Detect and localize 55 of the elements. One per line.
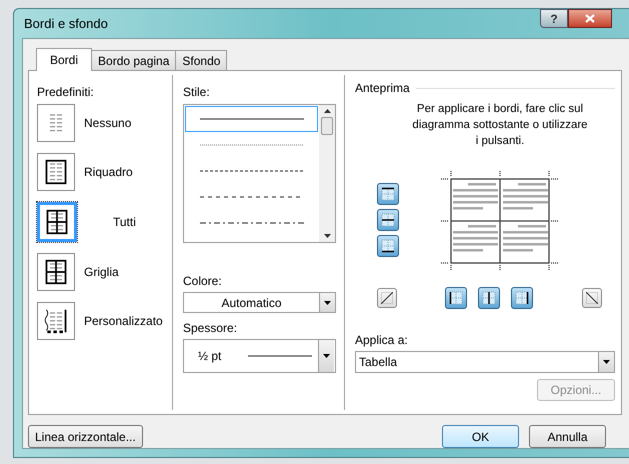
color-dropdown[interactable]: Automatico xyxy=(183,292,336,313)
scroll-thumb[interactable] xyxy=(321,117,333,135)
inside-horizontal-border-button[interactable] xyxy=(377,209,399,231)
horizontal-line-button[interactable]: Linea orizzontale... xyxy=(28,425,143,448)
scrollbar[interactable] xyxy=(319,105,335,242)
line-weight-sample xyxy=(248,355,312,357)
left-border-button[interactable] xyxy=(445,287,467,309)
bottom-border-button[interactable] xyxy=(377,235,399,257)
inside-vertical-border-button[interactable] xyxy=(478,287,500,309)
section-label: Stile: xyxy=(183,84,211,101)
diagonal-up-border-button[interactable] xyxy=(377,288,397,308)
diagonal-down-icon xyxy=(586,292,598,304)
cancel-button[interactable]: Annulla xyxy=(529,425,606,448)
section-label: Predefiniti: xyxy=(37,84,95,101)
field-label: Applica a: xyxy=(355,332,409,349)
cell-border-icon xyxy=(449,291,463,305)
preset-label: Riquadro xyxy=(84,164,133,181)
preset-label: Nessuno xyxy=(84,115,132,132)
border-preset-button[interactable] xyxy=(37,202,77,242)
width-dropdown[interactable]: ½ pt xyxy=(183,339,336,373)
field-label: Colore: xyxy=(183,273,223,290)
section-label: Anteprima xyxy=(355,80,410,97)
border-preset-button[interactable] xyxy=(37,253,75,291)
ok-button[interactable]: OK xyxy=(442,425,519,448)
scroll-down-arrow-icon[interactable] xyxy=(324,234,330,238)
line-style-option[interactable] xyxy=(185,106,318,132)
diagonal-up-icon xyxy=(381,292,393,304)
tab[interactable]: Sfondo xyxy=(175,50,228,70)
cell-border-icon xyxy=(381,239,395,253)
table-border-icon xyxy=(43,307,69,335)
table-border-icon xyxy=(43,258,69,286)
preset-label: Griglia xyxy=(84,264,119,281)
cell-border-icon xyxy=(381,213,395,227)
preset-label: Tutti xyxy=(113,214,136,231)
table-border-icon xyxy=(44,208,70,236)
border-preset-button[interactable] xyxy=(37,302,75,340)
table-border-icon xyxy=(43,158,69,186)
cell-border-icon xyxy=(515,291,529,305)
close-icon xyxy=(585,14,595,23)
tab[interactable]: Bordo pagina xyxy=(91,50,176,70)
field-label: Spessore: xyxy=(183,320,238,337)
diagonal-down-border-button[interactable] xyxy=(582,288,602,308)
border-preset-button[interactable] xyxy=(37,153,75,191)
top-border-button[interactable] xyxy=(377,183,399,205)
window-title: Bordi e sfondo xyxy=(23,14,108,33)
right-border-button[interactable] xyxy=(511,287,533,309)
tab[interactable]: Bordi xyxy=(36,48,92,71)
help-button[interactable]: ? xyxy=(540,9,568,28)
apply-to-dropdown[interactable]: Tabella xyxy=(355,351,615,373)
cell-border-icon xyxy=(482,291,496,305)
scroll-up-arrow-icon[interactable] xyxy=(324,109,330,113)
preset-label: Personalizzato xyxy=(84,313,163,330)
cell-border-icon xyxy=(381,187,395,201)
instruction-text: Per applicare i bordi, fare clic sul diagramma sottostante o utilizzare i pulsanti. xyxy=(411,102,589,149)
close-button[interactable] xyxy=(568,9,612,28)
